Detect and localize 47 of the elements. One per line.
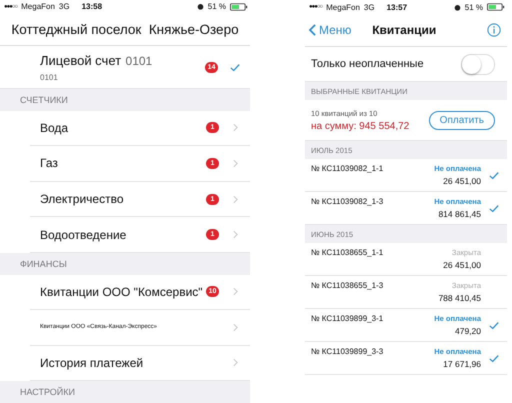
back-chevron-icon: [309, 24, 316, 36]
section-header: НАСТРОЙКИ: [0, 381, 250, 403]
invoice-number: № КС11039899_3-1: [311, 314, 384, 323]
network-text: 3G: [364, 2, 375, 12]
nav-title: Коттеджный поселок Княжье-Озеро: [11, 22, 239, 38]
chevron-icon: [233, 123, 238, 132]
battery-text: 51 %: [208, 2, 226, 12]
invoice-number: № КС11039082_1-1: [311, 164, 384, 173]
back-button[interactable]: Меню: [309, 23, 352, 37]
carrier-text: MegaFon: [326, 2, 360, 12]
chevron-icon: [233, 158, 238, 168]
chevron-icon: [233, 322, 238, 332]
pay-button[interactable]: Оплатить: [428, 110, 495, 130]
invoice-number: № КС11038655_1-3: [311, 281, 384, 290]
amount-text: 479,20: [455, 326, 481, 336]
network-text: 3G: [58, 2, 70, 12]
section-header: ФИНАНСЫ: [0, 252, 250, 275]
alarm-icon: [196, 3, 204, 10]
account-label: Лицевой счет: [40, 53, 122, 68]
chevron-icon: [233, 287, 238, 296]
nav-title: Квитанции: [372, 23, 436, 37]
account-number: 0101: [126, 54, 152, 68]
carrier-text: MegaFon: [21, 2, 55, 12]
amount-text: 26 451,00: [443, 176, 481, 186]
chevron-icon: [233, 194, 238, 204]
amount-text: 814 861,45: [438, 209, 481, 219]
time-text: 13:58: [82, 2, 102, 12]
invoice-number: № КС11039082_1-3: [311, 197, 384, 206]
battery-text: 51 %: [464, 2, 483, 12]
invoice-number: № КС11039899_3-3: [311, 347, 384, 356]
amount-text: 788 410,45: [438, 293, 481, 303]
alarm-icon: [454, 4, 461, 10]
account-subtitle: 0101: [40, 73, 59, 82]
chevron-icon: [233, 230, 238, 240]
toggle-switch[interactable]: [461, 54, 495, 74]
battery-icon: [487, 3, 505, 11]
total-text: на сумму: 945 554,72: [311, 120, 410, 132]
filter-label: Только неоплаченные: [311, 58, 424, 70]
chevron-icon: [233, 358, 238, 368]
amount-text: 26 451,00: [443, 260, 481, 270]
amount-text: 17 671,96: [443, 359, 481, 369]
battery-icon: [230, 2, 248, 11]
invoice-number: № КС11038655_1-1: [311, 248, 384, 257]
info-icon[interactable]: [486, 23, 501, 37]
menu-item[interactable]: История платежей: [30, 346, 250, 382]
time-text: 13:57: [386, 2, 408, 12]
section-header: СЧЕТЧИКИ: [0, 88, 250, 111]
